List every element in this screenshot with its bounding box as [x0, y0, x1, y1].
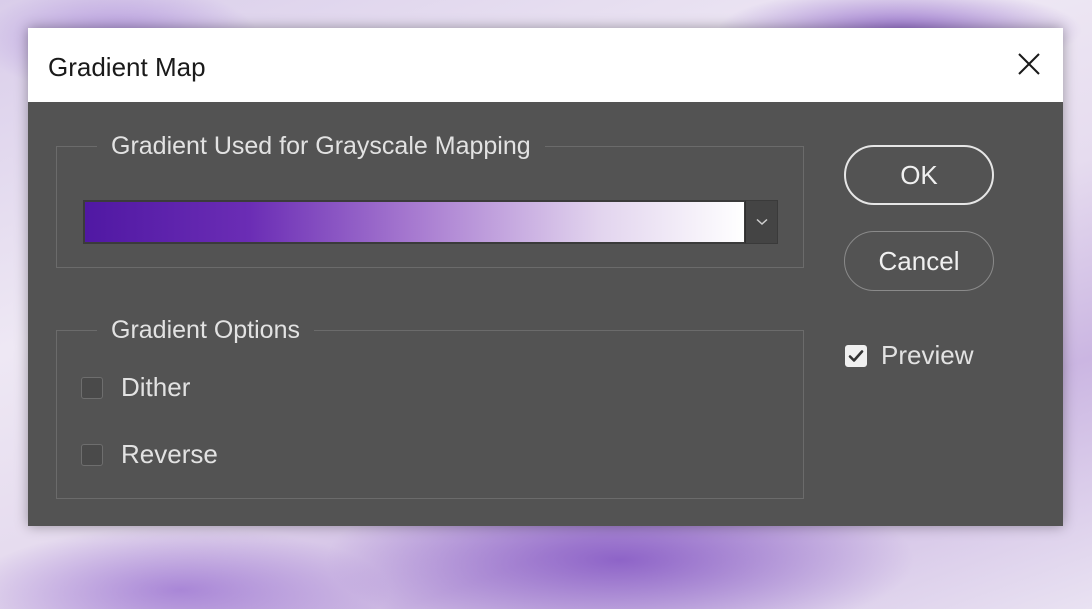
cancel-button[interactable]: Cancel [844, 231, 994, 291]
dither-checkbox[interactable] [81, 376, 103, 399]
preview-checkbox[interactable] [845, 344, 867, 367]
chevron-down-icon [755, 218, 768, 226]
close-icon [1018, 53, 1040, 75]
dither-label: Dither [121, 372, 191, 402]
preview-label: Preview [881, 340, 974, 370]
dither-option[interactable]: Dither [81, 372, 190, 403]
window-title: Gradient Map [48, 52, 206, 82]
gradient-map-dialog: Gradient Map Gradient Used for Grayscale… [28, 28, 1063, 526]
gradient-options-legend: Gradient Options [111, 316, 300, 344]
reverse-option[interactable]: Reverse [81, 439, 218, 470]
reverse-checkbox[interactable] [81, 443, 103, 466]
gradient-picker[interactable] [83, 200, 778, 244]
ok-button[interactable]: OK [844, 145, 994, 205]
gradient-dropdown-button[interactable] [745, 201, 777, 243]
gradient-group-legend: Gradient Used for Grayscale Mapping [111, 132, 531, 160]
preview-option[interactable]: Preview [845, 340, 973, 371]
gradient-preview-swatch[interactable] [85, 202, 744, 242]
title-bar[interactable]: Gradient Map [28, 28, 1063, 102]
reverse-label: Reverse [121, 439, 218, 469]
close-button[interactable] [1009, 44, 1049, 84]
gradient-options-group: Gradient Options [56, 316, 804, 499]
checkmark-icon [848, 349, 864, 362]
